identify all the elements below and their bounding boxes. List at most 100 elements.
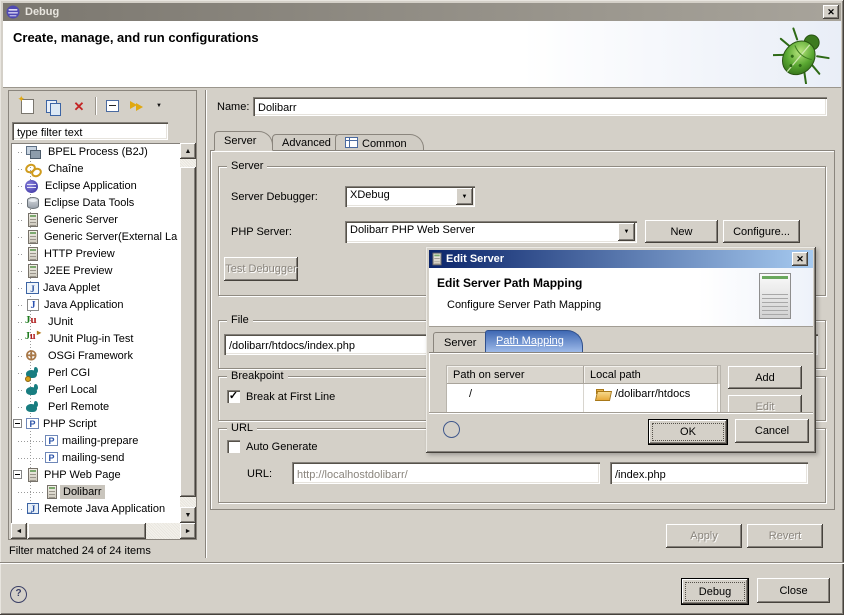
php-server-label: PHP Server:	[231, 226, 292, 238]
php-server-combo[interactable]: Dolibarr PHP Web Server ▼	[345, 221, 637, 243]
tree-hscroll-thumb[interactable]	[28, 523, 146, 539]
tree-item-bpel-process-b2j[interactable]: BPEL Process (B2J)	[11, 143, 181, 160]
tree-connector	[11, 381, 25, 398]
tree-connector	[11, 296, 25, 313]
chevron-down-icon[interactable]: ▼	[618, 223, 635, 241]
delete-configuration-icon[interactable]: ✕	[69, 96, 89, 116]
server-icon	[28, 264, 38, 278]
tree-item-osgi-framework[interactable]: OSGi Framework	[11, 347, 181, 364]
auto-generate-checkbox[interactable]	[227, 440, 240, 453]
window-titlebar: Debug ✕	[3, 3, 841, 21]
menu-dropdown-icon[interactable]: ▼	[154, 96, 164, 116]
help-icon[interactable]: ?	[10, 586, 27, 603]
tree-item-perl-cgi[interactable]: Perl CGI	[11, 364, 181, 381]
break-at-first-line-checkbox[interactable]: ✓	[227, 390, 240, 403]
eclipse-icon	[6, 5, 20, 19]
tree-item-label: Generic Server(External La	[41, 230, 180, 244]
tab-server[interactable]: Server	[214, 131, 273, 151]
eclipse-icon	[25, 180, 38, 193]
tab-common[interactable]: Common	[335, 134, 424, 151]
dialog-header: Edit Server Path Mapping Configure Serve…	[429, 268, 813, 327]
scroll-down-icon[interactable]: ▼	[180, 507, 196, 523]
url-path-input[interactable]	[610, 462, 808, 484]
name-input[interactable]	[253, 97, 827, 116]
tree-item-php-script[interactable]: PHP Script	[11, 415, 181, 432]
tree-item-label: Perl Local	[45, 383, 100, 397]
collapse-all-icon[interactable]	[102, 96, 122, 116]
dialog-tab-path-mapping[interactable]: Path Mapping	[485, 330, 583, 352]
tree-connector	[11, 330, 25, 347]
javaapp-icon	[27, 299, 39, 311]
cancel-button[interactable]: Cancel	[735, 419, 809, 443]
help-icon[interactable]	[443, 421, 460, 438]
tree-connector	[11, 194, 25, 211]
tree-item-junit-plug-in-test[interactable]: ▸JUnit Plug-in Test	[11, 330, 181, 347]
tree-item-remote-java-application[interactable]: →Remote Java Application	[11, 500, 181, 517]
tree-item-eclipse-data-tools[interactable]: Eclipse Data Tools	[11, 194, 181, 211]
collapse-expander-icon[interactable]	[13, 470, 22, 479]
tree-item-perl-remote[interactable]: Perl Remote	[11, 398, 181, 415]
new-configuration-icon[interactable]	[17, 96, 37, 116]
duplicate-configuration-icon[interactable]	[43, 96, 63, 116]
perlcgi-icon	[25, 365, 41, 381]
tree-item-label: J2EE Preview	[41, 264, 115, 278]
tree-item-mailing-prepare[interactable]: mailing-prepare	[11, 432, 181, 449]
collapse-expander-icon[interactable]	[13, 419, 22, 428]
name-label: Name:	[217, 101, 249, 113]
path-on-server-cell: /	[447, 384, 584, 402]
tree-item-cha-ne[interactable]: Chaîne	[11, 160, 181, 177]
scroll-right-icon[interactable]: ►	[180, 523, 196, 539]
tree-item-label: PHP Script	[40, 417, 100, 431]
tree-item-label: Dolibarr	[60, 485, 105, 499]
tree-item-generic-server-external-la[interactable]: Generic Server(External La	[11, 228, 181, 245]
dialog-title: Edit Server	[446, 253, 504, 265]
dialog-close-button[interactable]: ✕	[792, 252, 808, 266]
revert-button: Revert	[747, 524, 823, 548]
tree-item-java-applet[interactable]: Java Applet	[11, 279, 181, 296]
server-icon	[47, 485, 57, 499]
breakpoint-group-title: Breakpoint	[227, 370, 288, 382]
perl-icon	[25, 399, 41, 415]
tree-item-generic-server[interactable]: Generic Server	[11, 211, 181, 228]
tree-item-eclipse-application[interactable]: Eclipse Application	[11, 177, 181, 194]
ok-button[interactable]: OK	[648, 419, 728, 445]
tree-vscroll-thumb[interactable]	[180, 167, 196, 497]
banner: Create, manage, and run configurations	[3, 21, 841, 88]
window-close-button[interactable]: ✕	[823, 5, 839, 19]
tree-item-http-preview[interactable]: HTTP Preview	[11, 245, 181, 262]
tree-connector	[11, 262, 25, 279]
debug-button[interactable]: Debug	[681, 578, 749, 605]
tree-item-j2ee-preview[interactable]: J2EE Preview	[11, 262, 181, 279]
tree-item-dolibarr[interactable]: Dolibarr	[11, 483, 181, 500]
bpel-icon	[25, 144, 41, 160]
table-icon	[345, 137, 358, 148]
scroll-up-icon[interactable]: ▲	[180, 143, 196, 159]
table-header: Path on server Local path	[447, 366, 720, 384]
tree-item-php-web-page[interactable]: PHP Web Page	[11, 466, 181, 483]
path-mapping-table[interactable]: Path on server Local path //dolibarr/htd…	[447, 366, 720, 413]
filter-configurations-icon[interactable]	[128, 96, 148, 116]
configure-server-button[interactable]: Configure...	[723, 220, 800, 243]
tree-item-mailing-send[interactable]: mailing-send	[11, 449, 181, 466]
tree-item-label: BPEL Process (B2J)	[45, 145, 151, 159]
panel-divider[interactable]	[205, 90, 206, 558]
chevron-down-icon[interactable]: ▼	[456, 188, 473, 205]
server-icon	[433, 253, 442, 266]
apply-button: Apply	[666, 524, 742, 548]
close-button[interactable]: Close	[757, 578, 830, 603]
filter-input[interactable]	[12, 122, 168, 140]
add-mapping-button[interactable]: Add	[728, 366, 802, 389]
scroll-left-icon[interactable]: ◄	[11, 523, 27, 539]
junitp-icon: ▸	[25, 331, 41, 347]
tree-item-perl-local[interactable]: Perl Local	[11, 381, 181, 398]
banner-title: Create, manage, and run configurations	[13, 30, 259, 45]
applet-icon	[26, 282, 39, 294]
mapping-row[interactable]: //dolibarr/htdocs	[447, 384, 720, 402]
tree-item-label: Eclipse Data Tools	[41, 196, 137, 210]
server-debugger-combo[interactable]: XDebug ▼	[345, 186, 475, 207]
php-icon	[45, 452, 58, 463]
tree-item-label: Eclipse Application	[42, 179, 140, 193]
tree-item-java-application[interactable]: Java Application	[11, 296, 181, 313]
new-server-button[interactable]: New	[645, 220, 718, 243]
url-group-title: URL	[227, 422, 257, 434]
